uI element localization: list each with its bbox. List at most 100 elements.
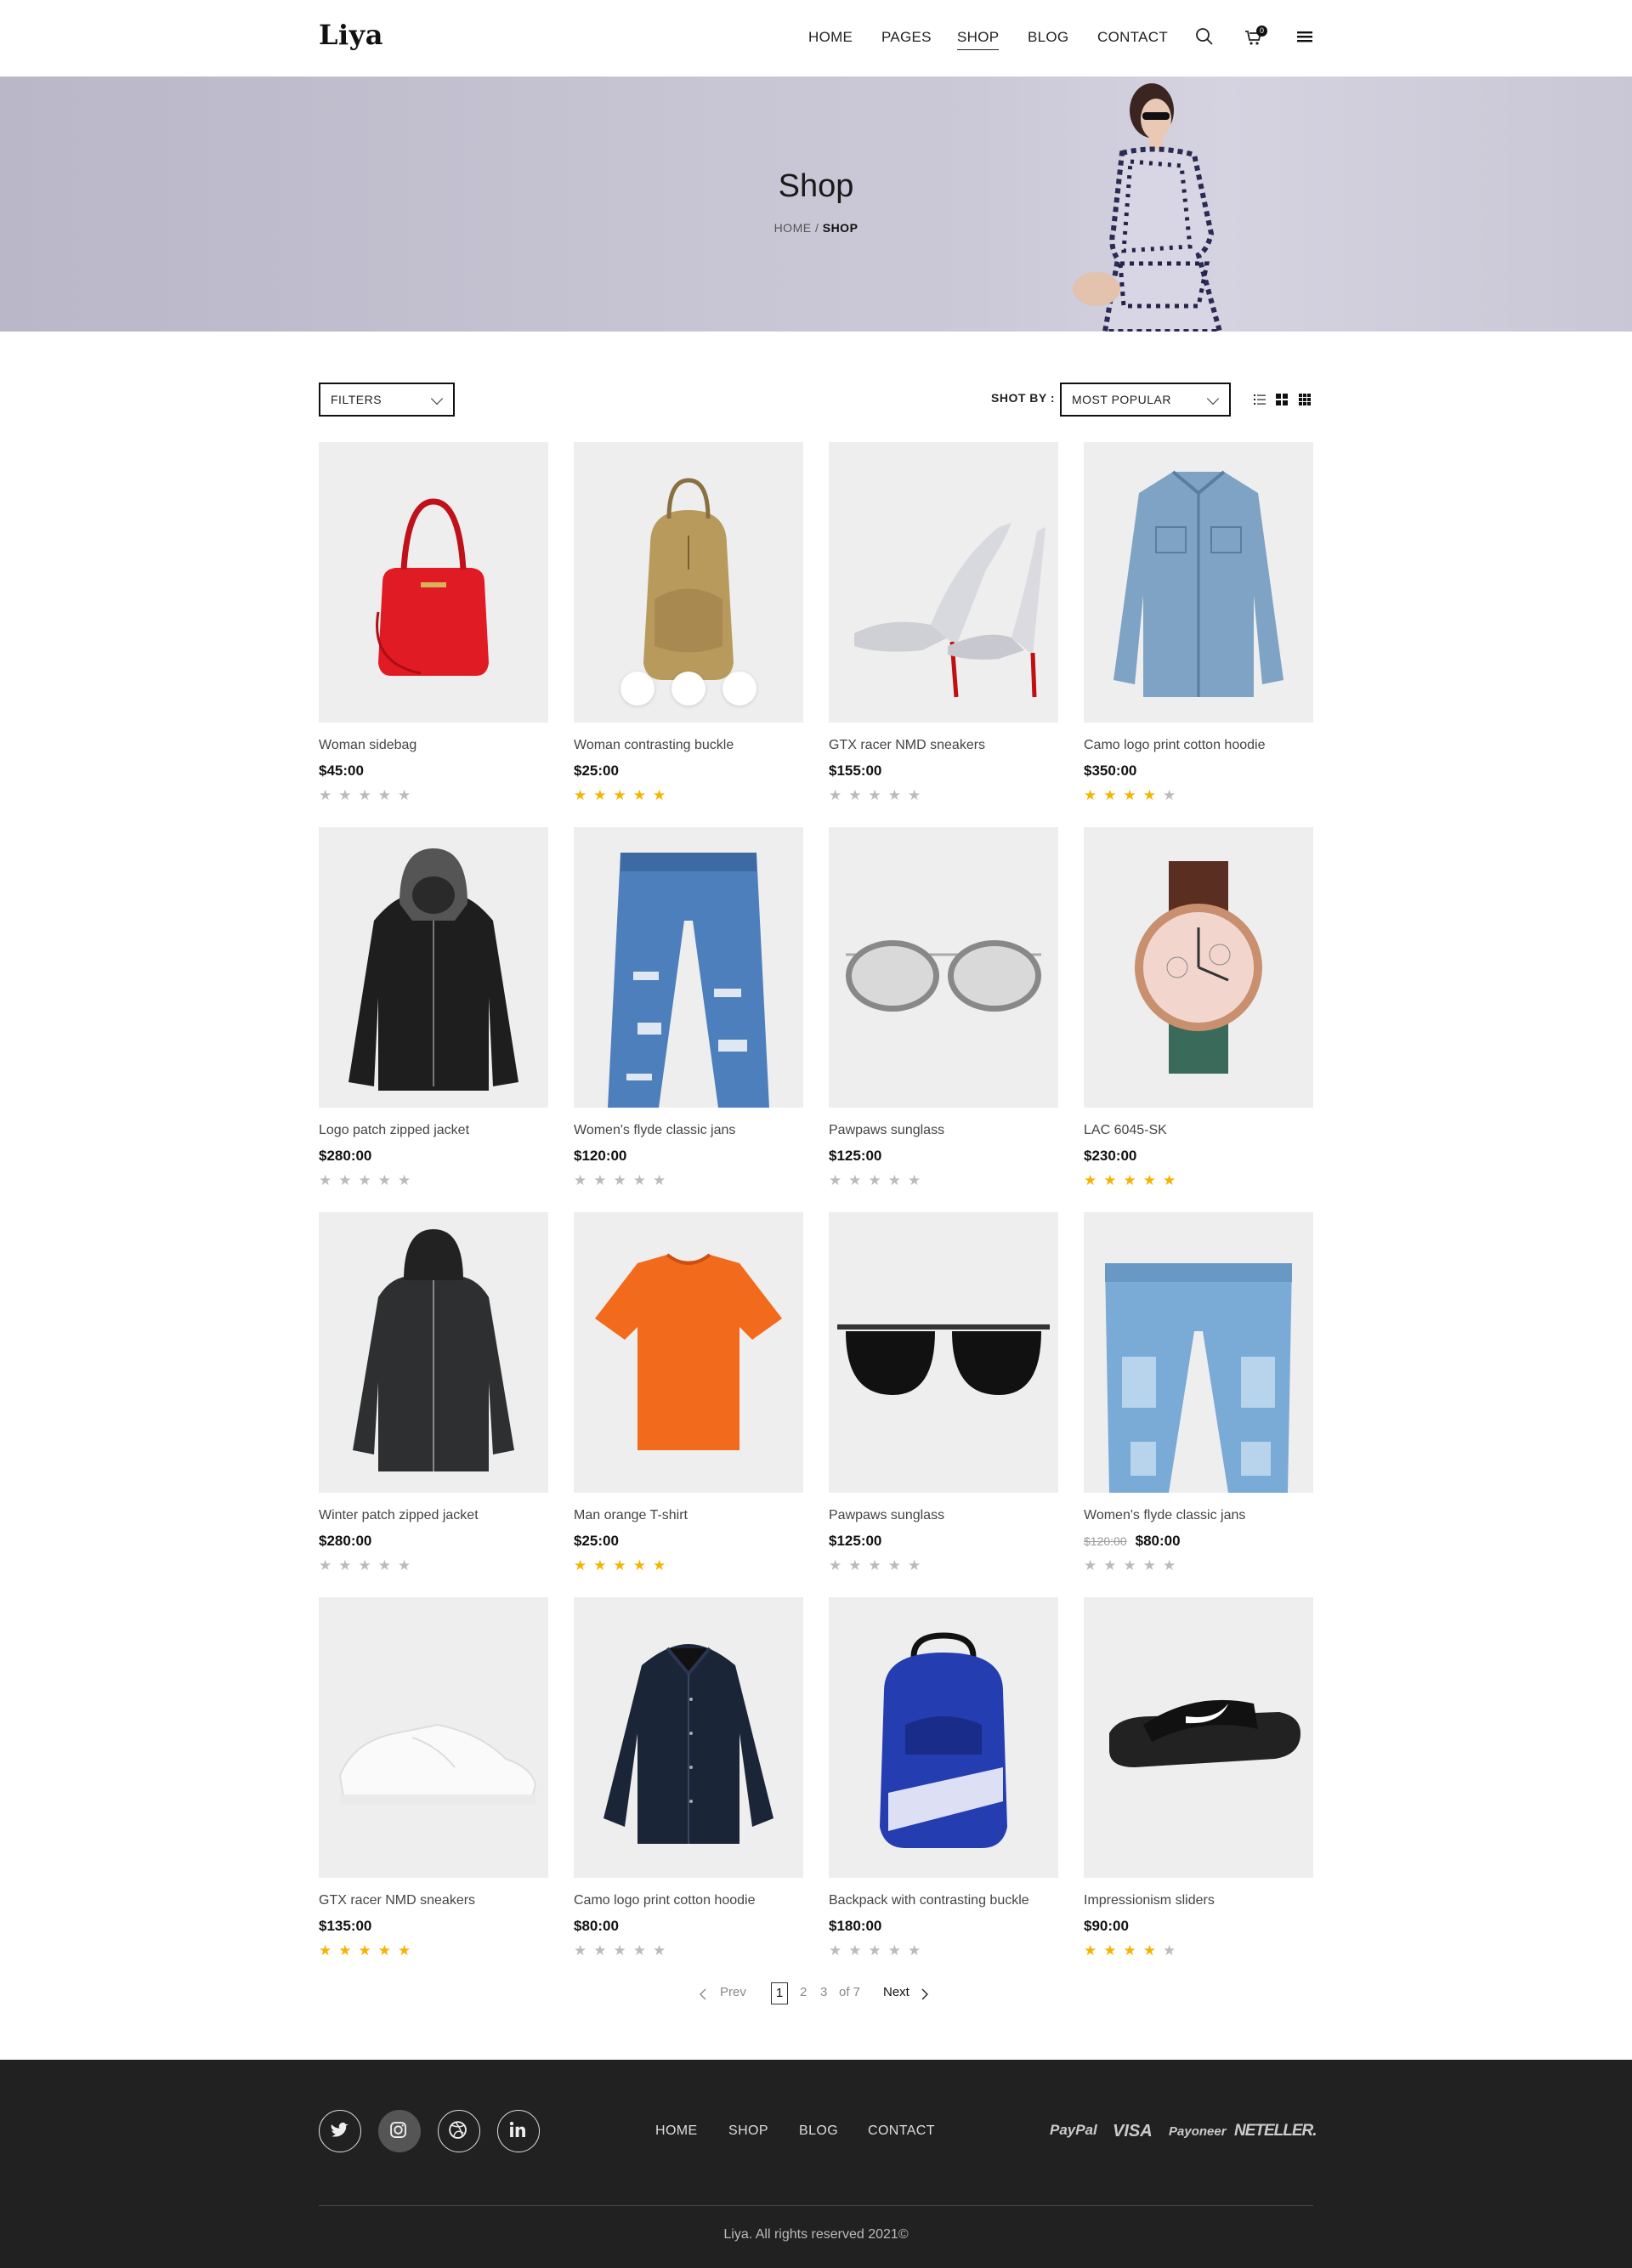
- star-icon: ★: [653, 1942, 673, 1959]
- product-card[interactable]: Pawpaws sunglass $125:00 ★★★★★: [829, 1212, 1058, 1574]
- sort-select[interactable]: MOST POPULAR: [1060, 383, 1231, 417]
- product-image[interactable]: [574, 1212, 803, 1493]
- pagination-page-2[interactable]: 2: [800, 1985, 807, 1999]
- filters-dropdown[interactable]: FILTERS: [319, 383, 455, 417]
- chevron-right-icon[interactable]: [921, 1988, 929, 2000]
- product-name[interactable]: Pawpaws sunglass: [829, 1123, 1058, 1140]
- product-image[interactable]: [829, 442, 1058, 723]
- star-icon: ★: [593, 787, 614, 803]
- product-image[interactable]: [1084, 1212, 1313, 1493]
- product-name[interactable]: Impressionism sliders: [1084, 1893, 1313, 1910]
- product-card[interactable]: Women's flyde classic jans $120:00 ★★★★★: [574, 827, 803, 1189]
- visa-logo: VISA: [1113, 2122, 1153, 2140]
- product-name[interactable]: Camo logo print cotton hoodie: [1084, 738, 1313, 755]
- product-image[interactable]: [574, 1597, 803, 1878]
- product-name[interactable]: Camo logo print cotton hoodie: [574, 1893, 803, 1910]
- product-name[interactable]: Pawpaws sunglass: [829, 1508, 1058, 1525]
- product-card[interactable]: Camo logo print cotton hoodie $80:00 ★★★★★: [574, 1597, 803, 1959]
- breadcrumb-home[interactable]: HOME: [774, 221, 812, 235]
- product-image[interactable]: [319, 827, 548, 1108]
- star-icon: ★: [593, 1557, 614, 1573]
- nav-shop[interactable]: SHOP: [957, 29, 1000, 50]
- pagination-next[interactable]: Next: [883, 1985, 910, 1999]
- nav-pages[interactable]: PAGES: [881, 29, 932, 46]
- product-name[interactable]: Woman sidebag: [319, 738, 548, 755]
- product-card[interactable]: Logo patch zipped jacket $280:00 ★★★★★: [319, 827, 548, 1189]
- star-icon: ★: [1084, 1557, 1104, 1573]
- star-icon: ★: [1163, 1557, 1183, 1573]
- product-card[interactable]: Woman sidebag $45:00 ★★★★★: [319, 442, 548, 804]
- product-image[interactable]: [829, 1212, 1058, 1493]
- product-card[interactable]: Camo logo print cotton hoodie $350:00 ★★★★…: [1084, 442, 1313, 804]
- search-icon[interactable]: [1193, 26, 1216, 48]
- list-view-icon[interactable]: [1253, 393, 1266, 406]
- zoom-icon[interactable]: [722, 672, 756, 706]
- product-image[interactable]: [1084, 827, 1313, 1108]
- footer-nav-blog[interactable]: BLOG: [799, 2123, 838, 2139]
- linkedin-icon[interactable]: [497, 2110, 540, 2152]
- menu-icon[interactable]: [1294, 26, 1316, 48]
- star-icon: ★: [613, 1172, 633, 1188]
- grid-small-icon[interactable]: [1298, 393, 1312, 406]
- add-to-cart-icon[interactable]: [620, 672, 654, 706]
- product-price-row: $90:00: [1084, 1918, 1313, 1935]
- footer-nav-shop[interactable]: SHOP: [728, 2123, 768, 2139]
- pagination-page-1[interactable]: 1: [771, 1982, 788, 2004]
- product-card[interactable]: Winter patch zipped jacket $280:00 ★★★★★: [319, 1212, 548, 1574]
- product-card[interactable]: Impressionism sliders $90:00 ★★★★★: [1084, 1597, 1313, 1959]
- dribbble-icon[interactable]: [438, 2110, 480, 2152]
- product-name[interactable]: GTX racer NMD sneakers: [829, 738, 1058, 755]
- product-name[interactable]: Winter patch zipped jacket: [319, 1508, 548, 1525]
- footer-nav-home[interactable]: HOME: [655, 2123, 698, 2139]
- product-card[interactable]: Man orange T-shirt $25:00 ★★★★★: [574, 1212, 803, 1574]
- star-icon: ★: [574, 1942, 594, 1959]
- product-hover-actions: [620, 672, 756, 706]
- product-image[interactable]: [319, 1212, 548, 1493]
- star-icon: ★: [574, 1172, 594, 1188]
- nav-home[interactable]: HOME: [808, 29, 853, 46]
- product-name[interactable]: Women's flyde classic jans: [1084, 1508, 1313, 1525]
- product-image[interactable]: [829, 1597, 1058, 1878]
- star-icon: ★: [358, 1172, 378, 1188]
- product-card[interactable]: Pawpaws sunglass $125:00 ★★★★★: [829, 827, 1058, 1189]
- product-name[interactable]: Backpack with contrasting buckle: [829, 1893, 1058, 1910]
- product-image[interactable]: [1084, 442, 1313, 723]
- grid-large-icon[interactable]: [1275, 393, 1289, 406]
- site-logo[interactable]: Liya: [319, 19, 383, 51]
- nav-blog[interactable]: BLOG: [1028, 29, 1068, 46]
- product-name[interactable]: Women's flyde classic jans: [574, 1123, 803, 1140]
- chevron-left-icon[interactable]: [699, 1988, 707, 2000]
- product-name[interactable]: GTX racer NMD sneakers: [319, 1893, 548, 1910]
- twitter-icon[interactable]: [319, 2110, 361, 2152]
- star-icon: ★: [908, 1557, 928, 1573]
- product-image[interactable]: [574, 827, 803, 1108]
- product-name[interactable]: Woman contrasting buckle: [574, 738, 803, 755]
- product-image[interactable]: [829, 827, 1058, 1108]
- nav-contact[interactable]: CONTACT: [1097, 29, 1168, 46]
- instagram-icon[interactable]: [378, 2110, 421, 2152]
- product-rating: ★★★★★: [574, 1942, 803, 1959]
- product-image[interactable]: [574, 442, 803, 723]
- star-icon: ★: [1163, 787, 1183, 803]
- star-icon: ★: [632, 1172, 653, 1188]
- product-image[interactable]: [1084, 1597, 1313, 1878]
- sort-value: MOST POPULAR: [1072, 393, 1171, 406]
- product-card[interactable]: LAC 6045-SK $230:00 ★★★★★: [1084, 827, 1313, 1189]
- product-price-row: $80:00: [574, 1918, 803, 1935]
- product-name[interactable]: LAC 6045-SK: [1084, 1123, 1313, 1140]
- product-name[interactable]: Man orange T-shirt: [574, 1508, 803, 1525]
- product-price: $155:00: [829, 763, 882, 779]
- product-image[interactable]: [319, 442, 548, 723]
- product-card[interactable]: GTX racer NMD sneakers $155:00 ★★★★★: [829, 442, 1058, 804]
- product-card[interactable]: Backpack with contrasting buckle $180:00 ★…: [829, 1597, 1058, 1959]
- product-card[interactable]: Women's flyde classic jans $120:00 $80:00 ★…: [1084, 1212, 1313, 1574]
- pagination-prev[interactable]: Prev: [720, 1985, 746, 1999]
- pagination-page-3[interactable]: 3: [820, 1985, 827, 1999]
- product-card[interactable]: Woman contrasting buckle $25:00 ★★★★★: [574, 442, 803, 804]
- footer-nav-contact[interactable]: CONTACT: [868, 2123, 935, 2139]
- product-card[interactable]: GTX racer NMD sneakers $135:00 ★★★★★: [319, 1597, 548, 1959]
- product-image[interactable]: [319, 1597, 548, 1878]
- product-name[interactable]: Logo patch zipped jacket: [319, 1123, 548, 1140]
- filters-label: FILTERS: [331, 393, 382, 406]
- heart-icon[interactable]: [672, 672, 706, 706]
